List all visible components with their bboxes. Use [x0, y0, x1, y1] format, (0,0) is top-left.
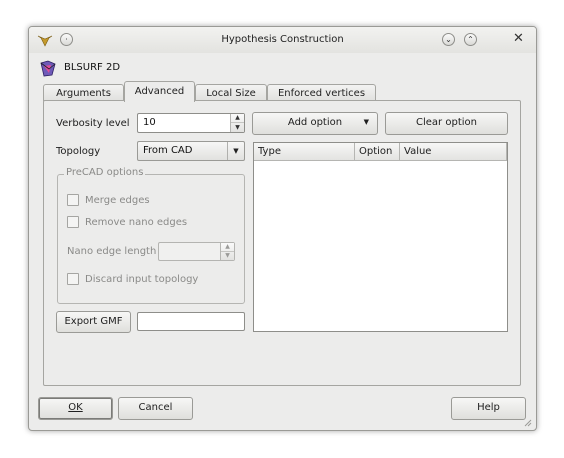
export-gmf-button[interactable]: Export GMF	[56, 311, 131, 333]
add-option-label: Add option	[287, 117, 343, 128]
cancel-button[interactable]: Cancel	[118, 397, 193, 420]
title-bar[interactable]: · Hypothesis Construction ⌄ ⌃ ✕	[29, 27, 536, 53]
remove-nano-edges-label: Remove nano edges	[85, 217, 188, 228]
close-icon[interactable]: ✕	[513, 31, 524, 46]
spin-down-icon[interactable]: ▼	[231, 123, 244, 132]
resize-grip-icon[interactable]	[524, 419, 532, 427]
add-option-button[interactable]: Add option ▼	[252, 112, 378, 135]
nano-edge-length-spinbox[interactable]: ▲ ▼	[158, 242, 235, 261]
chevron-down-icon: ▼	[227, 142, 244, 160]
merge-edges-label: Merge edges	[85, 195, 150, 206]
help-label: Help	[477, 402, 500, 413]
window-title: Hypothesis Construction	[221, 34, 344, 45]
tab-local-size[interactable]: Local Size	[195, 84, 267, 101]
discard-input-topology-label: Discard input topology	[85, 274, 199, 285]
column-header-type[interactable]: Type	[254, 143, 355, 161]
topology-select[interactable]: From CAD ▼	[137, 141, 245, 161]
column-header-option[interactable]: Option	[355, 143, 400, 161]
nano-edge-spin-arrows: ▲ ▼	[220, 243, 234, 260]
options-table[interactable]: Type Option Value	[253, 142, 508, 332]
caret-down-icon: ▼	[363, 118, 369, 126]
tab-enforced-vertices-label: Enforced vertices	[277, 88, 366, 99]
clear-option-button[interactable]: Clear option	[385, 112, 508, 135]
blsurf-logo-icon	[40, 60, 56, 77]
spin-up-icon[interactable]: ▲	[221, 243, 234, 252]
tab-arguments[interactable]: Arguments	[43, 84, 124, 101]
verbosity-label: Verbosity level	[56, 118, 130, 129]
remove-nano-edges-checkbox[interactable]	[67, 216, 79, 228]
precad-options-title: PreCAD options	[64, 167, 146, 178]
help-button[interactable]: Help	[451, 397, 526, 420]
tab-local-size-label: Local Size	[206, 88, 256, 99]
discard-input-topology-checkbox[interactable]	[67, 273, 79, 285]
minimize-icon[interactable]: ⌄	[442, 33, 455, 46]
tab-arguments-label: Arguments	[56, 88, 111, 99]
maximize-icon[interactable]: ⌃	[464, 33, 477, 46]
tab-enforced-vertices[interactable]: Enforced vertices	[267, 84, 376, 101]
export-gmf-field[interactable]	[137, 312, 245, 331]
hypothesis-name: BLSURF 2D	[64, 62, 121, 73]
ok-button[interactable]: OK	[38, 397, 113, 420]
tab-advanced-label: Advanced	[134, 86, 185, 97]
spin-up-icon[interactable]: ▲	[231, 114, 244, 123]
topology-label: Topology	[56, 146, 101, 157]
verbosity-value: 10	[143, 117, 156, 128]
verbosity-spin-arrows: ▲ ▼	[230, 114, 244, 132]
nano-edge-length-label: Nano edge length	[67, 246, 157, 257]
merge-edges-checkbox[interactable]	[67, 194, 79, 206]
spin-down-icon[interactable]: ▼	[221, 252, 234, 261]
cancel-label: Cancel	[138, 402, 173, 413]
verbosity-spinbox[interactable]: 10 ▲ ▼	[137, 113, 245, 133]
ok-label: OK	[68, 402, 83, 413]
tab-advanced[interactable]: Advanced	[124, 81, 195, 102]
topology-value: From CAD	[143, 145, 193, 156]
column-header-value[interactable]: Value	[400, 143, 507, 161]
